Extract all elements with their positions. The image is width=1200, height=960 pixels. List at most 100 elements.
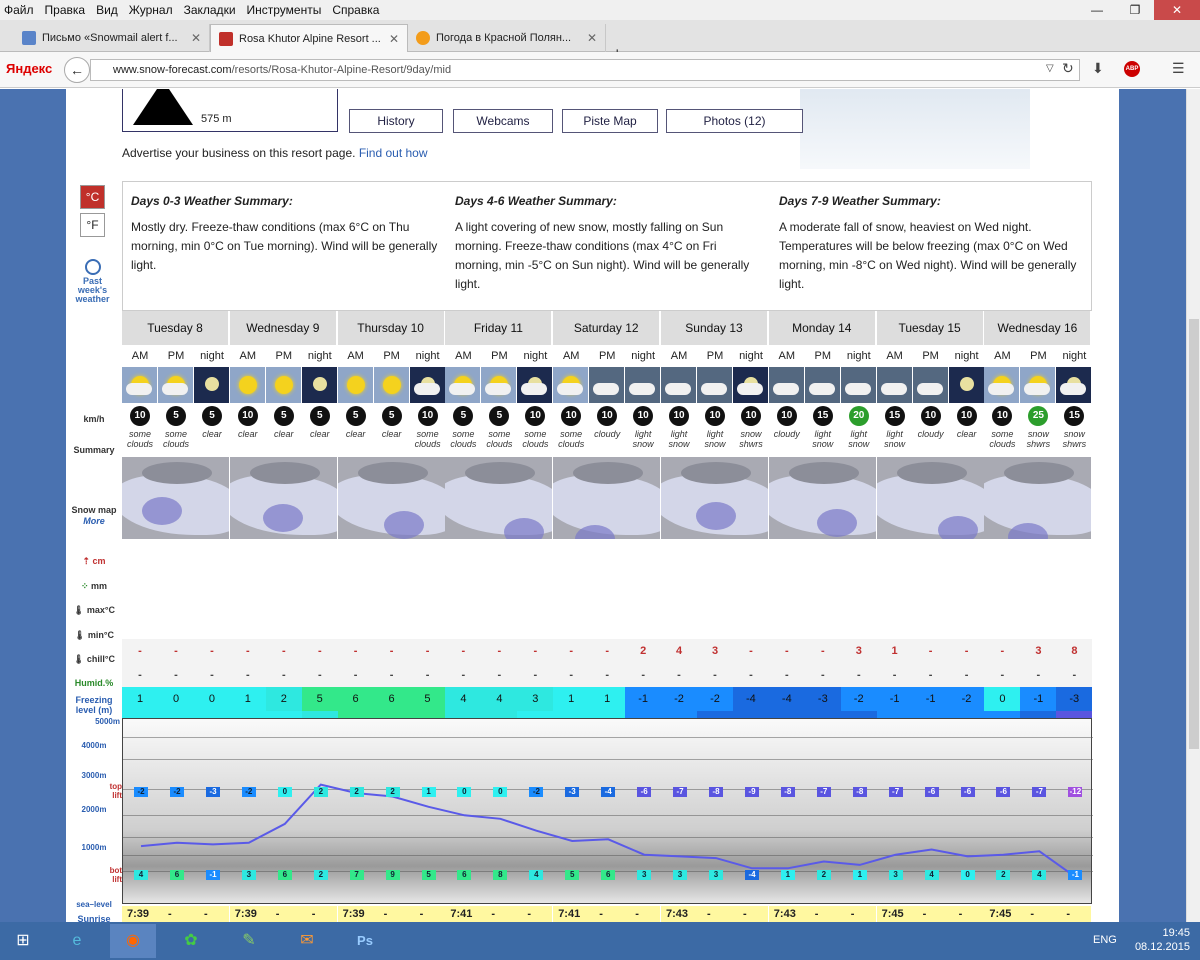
summary-text: clear [202, 429, 222, 439]
scroll-thumb[interactable] [1189, 319, 1199, 749]
url-bar[interactable]: www.snow-forecast.com/resorts/Rosa-Khuto… [90, 59, 1080, 81]
minimize-icon[interactable]: — [1078, 0, 1116, 20]
sun-icon [382, 376, 401, 394]
download-icon[interactable]: ⬇ [1092, 60, 1104, 77]
snowmap-more-link[interactable]: More [66, 516, 122, 526]
value-max_c: -2 [697, 687, 733, 712]
label-rain-mm: ⁘ mm [66, 581, 122, 592]
map-snow [262, 504, 303, 532]
menu-bookmarks[interactable]: Закладки [184, 3, 236, 17]
webcams-button[interactable]: Webcams [453, 109, 553, 133]
snow-map[interactable] [984, 457, 1092, 539]
bot-lift-temp: 4 [1032, 870, 1047, 880]
find-out-link[interactable]: Find out how [359, 146, 428, 160]
sunrise-time: 7:41- - [445, 906, 553, 922]
label-bot-lift: bot lift [66, 866, 122, 884]
day-header: Friday 11 [445, 311, 553, 345]
tab-close-icon[interactable]: ✕ [191, 31, 201, 45]
dropdown-icon[interactable]: ▽ [1046, 63, 1054, 74]
value-rain_mm: - [533, 669, 538, 681]
windows-start-icon[interactable]: ⊞ [0, 924, 46, 958]
close-icon[interactable]: ✕ [1154, 0, 1200, 20]
photoshop-icon[interactable]: Ps [342, 924, 388, 958]
cm-text: cm [92, 556, 106, 566]
value-snow_cm: - [497, 645, 502, 657]
top-lift-temp: -3 [206, 787, 220, 797]
map-snow [383, 511, 424, 539]
value-rain_mm: - [1000, 669, 1005, 681]
snow-map[interactable] [229, 457, 337, 539]
tab-label: Письмо «Snowmail alert f... [42, 32, 178, 44]
top-lift-temp: -9 [745, 787, 759, 797]
tab-close-icon[interactable]: ✕ [389, 32, 399, 46]
tray-clock[interactable]: 19:45 08.12.2015 [1135, 926, 1190, 954]
app-icon[interactable]: ✎ [226, 924, 272, 958]
label-max: 🌡 max°C [72, 605, 116, 615]
snow-map[interactable] [553, 457, 661, 539]
sunrise-time: 7:39- - [122, 906, 229, 922]
summary-text: some clouds [450, 429, 477, 449]
page-viewport: 575 m History Webcams Piste Map Photos (… [0, 89, 1186, 922]
value-snow_cm: - [138, 645, 142, 657]
bot-lift-temp: 5 [421, 870, 436, 880]
hamburger-menu-icon[interactable]: ☰ [1172, 60, 1185, 77]
menu-file[interactable]: Файл [4, 3, 34, 17]
tray-language[interactable]: ENG [1093, 934, 1117, 946]
map-sea [357, 462, 428, 484]
snow-map[interactable] [122, 457, 229, 539]
tray-date: 08.12.2015 [1134, 941, 1190, 953]
adblock-icon[interactable]: ABP [1124, 61, 1140, 77]
back-arrow-icon[interactable]: ← [64, 57, 90, 83]
day-header: Tuesday 8 [122, 311, 229, 345]
fahrenheit-toggle[interactable]: °F [80, 213, 105, 237]
tab-snowmail[interactable]: Письмо «Snowmail alert f... ✕ [14, 24, 210, 52]
period-label: AM [886, 350, 903, 362]
menu-view[interactable]: Вид [96, 3, 118, 17]
ie-icon[interactable]: e [54, 924, 100, 958]
sunrise-dash: - [922, 908, 927, 920]
value-max_c: 1 [553, 687, 590, 712]
tab-rosa-khutor[interactable]: Rosa Khutor Alpine Resort ... ✕ [210, 24, 408, 52]
firefox-icon[interactable]: ◉ [110, 924, 156, 958]
history-button[interactable]: History [349, 109, 443, 133]
icq-icon[interactable]: ✿ [168, 924, 214, 958]
bot-lift-1: bot [109, 866, 122, 875]
snow-map[interactable] [661, 457, 768, 539]
snow-map[interactable] [445, 457, 553, 539]
window-controls: — ❐ ✕ [1078, 0, 1200, 20]
menu-tools[interactable]: Инструменты [247, 3, 322, 17]
value-max_c: -1 [912, 687, 949, 712]
summary-text: clear [956, 429, 977, 439]
label-4000m: 4000m [81, 741, 107, 750]
map-snow [937, 516, 978, 539]
day-header: Thursday 10 [337, 311, 445, 345]
top-lift-temp: 2 [349, 787, 364, 797]
value-snow_cm: 1 [891, 645, 898, 657]
snow-map[interactable] [876, 457, 984, 539]
snow-map[interactable] [768, 457, 876, 539]
sunrise-dash: - [491, 908, 496, 920]
yandex-logo[interactable]: Яндекс [6, 61, 52, 76]
value-max_c: -2 [840, 687, 877, 712]
menu-edit[interactable]: Правка [45, 3, 86, 17]
outlook-icon[interactable]: ✉ [284, 924, 330, 958]
snow-map[interactable] [337, 457, 445, 539]
celsius-toggle[interactable]: °C [80, 185, 105, 209]
tab-close-icon[interactable]: ✕ [587, 31, 597, 45]
piste-map-button[interactable]: Piste Map [562, 109, 658, 133]
wind-speed: 5 [381, 406, 402, 426]
bot-lift-temp: 4 [924, 870, 939, 880]
photos-button[interactable]: Photos (12) [666, 109, 803, 133]
label-2000m: 2000m [81, 805, 107, 814]
sunrise-dash: - [707, 908, 711, 920]
restore-icon[interactable]: ❐ [1116, 0, 1154, 20]
reload-icon[interactable]: ↻ [1062, 60, 1074, 77]
past-week-weather-link[interactable]: Past week's weather [70, 259, 115, 304]
label-summary: Summary [73, 445, 115, 455]
bot-lift-temp: 6 [170, 870, 184, 880]
menu-history[interactable]: Журнал [129, 3, 173, 17]
menu-help[interactable]: Справка [332, 3, 379, 17]
bot-lift-temp: -4 [745, 870, 759, 880]
scrollbar[interactable] [1186, 89, 1200, 922]
tab-weather[interactable]: Погода в Красной Полян... ✕ [408, 24, 606, 52]
